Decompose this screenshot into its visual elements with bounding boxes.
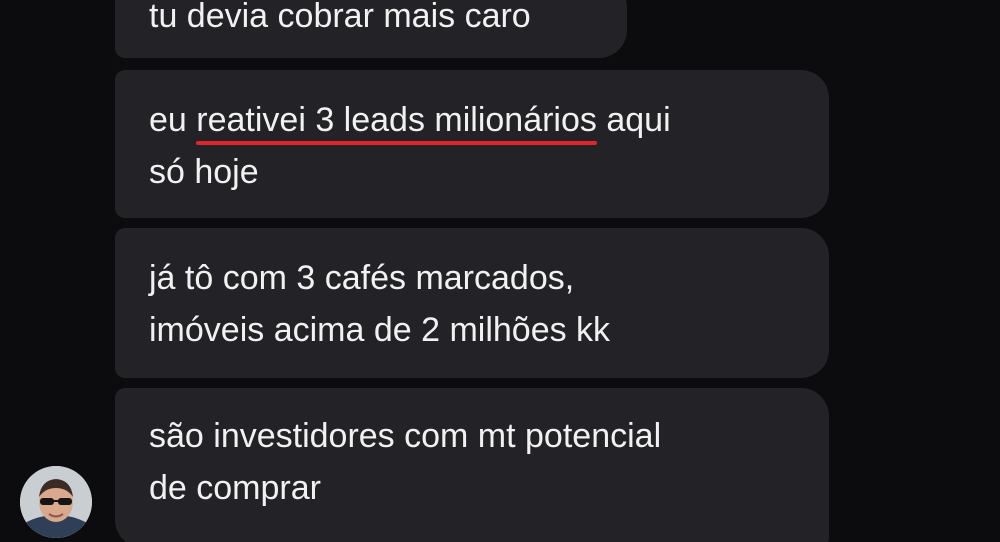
highlighted-text: reativei 3 leads milionários [196,101,597,139]
message-line: são investidores com mt potencial [149,417,662,455]
message-bubble[interactable]: já tô com 3 cafés marcados, imóveis acim… [115,228,829,378]
message-line: eu reativei 3 leads milionários aqui [149,94,795,146]
message-line: imóveis acima de 2 milhões kk [149,311,611,349]
message-bubble[interactable]: são investidores com mt potencial de com… [115,388,829,542]
message-text: eu [149,101,197,139]
message-line: de comprar [149,469,321,507]
chat-window: tu devia cobrar mais caro eu reativei 3 … [0,0,1000,542]
message-text: tu devia cobrar mais caro [149,0,531,35]
message-text: aqui [596,101,671,139]
message-bubble[interactable]: eu reativei 3 leads milionários aqui só … [115,70,829,218]
avatar[interactable] [20,466,92,538]
message-line: já tô com 3 cafés marcados, [149,259,575,297]
message-bubble[interactable]: tu devia cobrar mais caro [115,0,627,58]
message-line: só hoje [149,153,259,191]
avatar-photo-icon [20,466,92,538]
